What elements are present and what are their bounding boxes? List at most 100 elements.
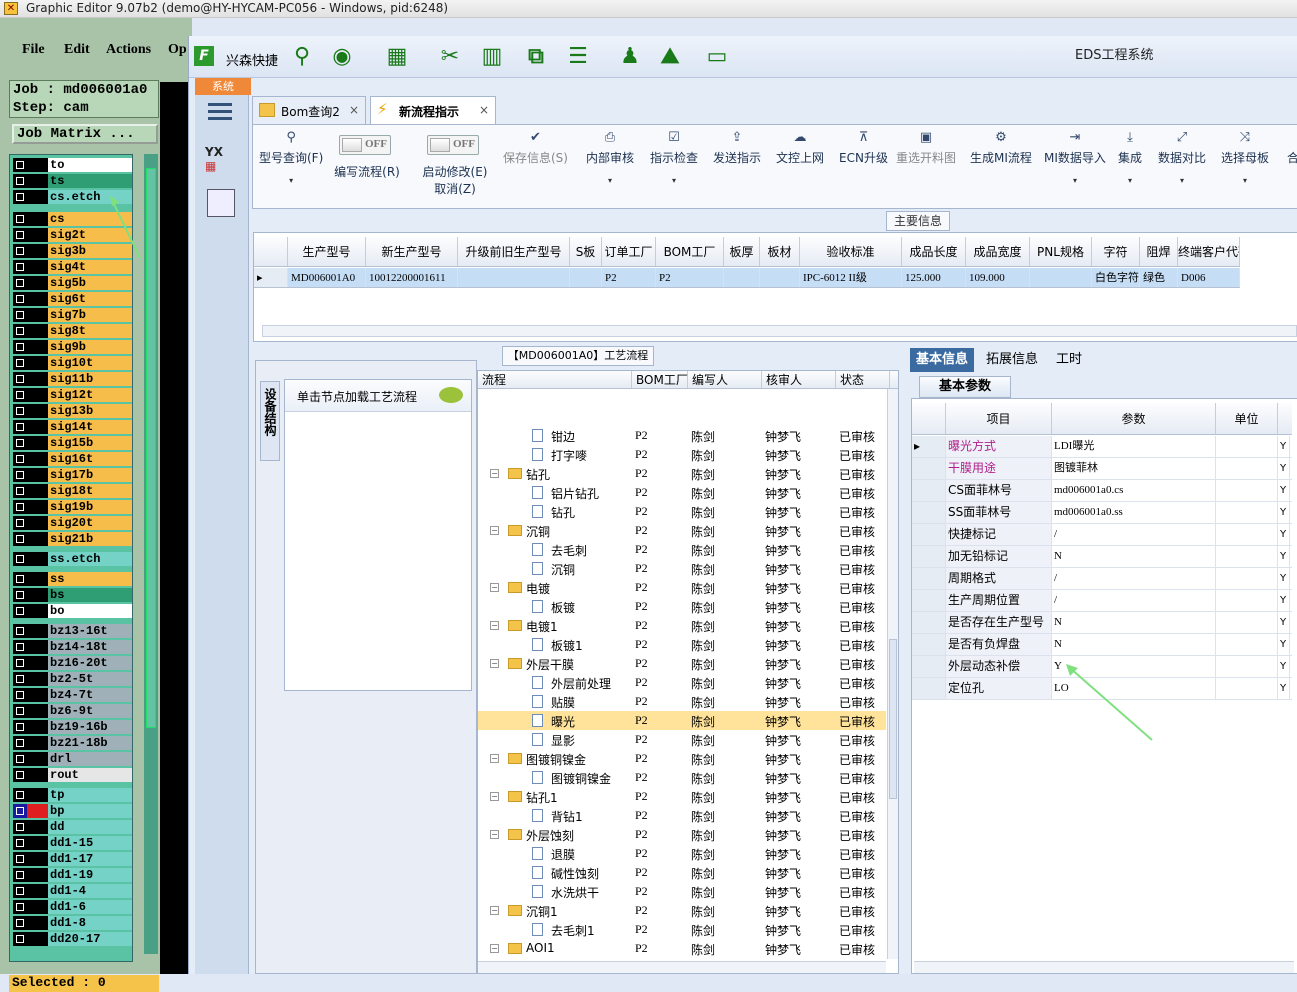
grid-column-header[interactable]: 成品宽度: [966, 237, 1030, 266]
ribbon-button-11[interactable]: ⤢ 数据对比 ▾: [1158, 131, 1206, 186]
layer-row[interactable]: bo: [13, 603, 132, 618]
layer-checkbox[interactable]: [13, 719, 27, 734]
grid-cell[interactable]: 125.000: [902, 268, 966, 287]
flow-column-header[interactable]: 状态: [836, 371, 890, 388]
flow-column-header[interactable]: 流程: [478, 371, 632, 388]
user-icon[interactable]: ♟: [617, 44, 643, 70]
layer-row[interactable]: sig5b: [13, 275, 132, 290]
collapse-icon[interactable]: −: [490, 659, 499, 668]
tab-basic-info[interactable]: 基本信息: [910, 348, 975, 372]
grid-cell[interactable]: [724, 268, 760, 287]
layer-checkbox[interactable]: [13, 173, 27, 188]
grid-column-header[interactable]: 验收标准: [800, 237, 902, 266]
layer-checkbox[interactable]: [13, 435, 27, 450]
ribbon-button-3[interactable]: ☑ 指示检查 ▾: [650, 131, 698, 186]
tab-bom-query[interactable]: Bom查询2 ×: [252, 96, 366, 124]
param-row[interactable]: 是否存在生产型号 N Y: [912, 612, 1292, 634]
flow-tree-row[interactable]: − 钻孔1 P2 陈剑 钟梦飞 已审核: [478, 787, 886, 806]
layer-row[interactable]: bz19-16b: [13, 719, 132, 734]
flow-tree-row[interactable]: 贴膜 P2 陈剑 钟梦飞 已审核: [478, 692, 886, 711]
param-row[interactable]: 加无铅标记 N Y: [912, 546, 1292, 568]
tab-new-flow[interactable]: ⚡ 新流程指示 ×: [370, 96, 496, 124]
param-value[interactable]: N: [1052, 612, 1216, 633]
layer-row[interactable]: sig10t: [13, 355, 132, 370]
scissors-icon[interactable]: ✂: [437, 44, 463, 70]
equipment-tree-box[interactable]: 单击节点加载工艺流程: [284, 379, 472, 691]
flow-column-header[interactable]: 核审人: [762, 371, 836, 388]
flow-tree-vscrollbar[interactable]: [887, 389, 898, 959]
param-value[interactable]: LDI曝光: [1052, 436, 1216, 457]
flow-tree-row[interactable]: − 钻孔 P2 陈剑 钟梦飞 已审核: [478, 464, 886, 483]
ribbon-button-9[interactable]: ⇥ MI数据导入 ▾: [1044, 131, 1106, 186]
layer-checkbox[interactable]: [13, 751, 27, 766]
layer-checkbox[interactable]: [13, 403, 27, 418]
ribbon-button-10[interactable]: ⤓ 集成 ▾: [1118, 131, 1142, 186]
flow-tree-row[interactable]: 水洗烘干 P2 陈剑 钟梦飞 已审核: [478, 882, 886, 901]
layer-checkbox[interactable]: [13, 227, 27, 242]
collapse-icon[interactable]: −: [490, 830, 499, 839]
grid-column-header[interactable]: 新生产型号: [366, 237, 458, 266]
layer-row[interactable]: to: [13, 157, 132, 172]
layer-checkbox[interactable]: [13, 819, 27, 834]
flow-tree-row[interactable]: − 外层干膜 P2 陈剑 钟梦飞 已审核: [478, 654, 886, 673]
flow-tree-row[interactable]: 钻孔 P2 陈剑 钟梦飞 已审核: [478, 502, 886, 521]
toggle-switch[interactable]: OFF: [339, 135, 391, 155]
param-value[interactable]: md006001a0.ss: [1052, 502, 1216, 523]
param-row[interactable]: ▸ 曝光方式 LDI曝光 Y: [912, 436, 1292, 458]
ribbon-button-5[interactable]: ☁ 文控上网: [776, 131, 824, 166]
layer-checkbox[interactable]: [13, 211, 27, 226]
grid-column-header[interactable]: 生产型号: [288, 237, 366, 266]
grid-cell[interactable]: MD006001A0: [288, 268, 366, 287]
chevron-down-icon[interactable]: ▾: [1044, 176, 1106, 185]
layer-checkbox[interactable]: [13, 787, 27, 802]
param-value[interactable]: /: [1052, 568, 1216, 589]
layer-checkbox[interactable]: [13, 899, 27, 914]
layer-row[interactable]: sig14t: [13, 419, 132, 434]
grid-cell[interactable]: [760, 268, 800, 287]
grid-column-header[interactable]: 成品长度: [902, 237, 966, 266]
scrollbar-thumb[interactable]: [889, 639, 897, 799]
ribbon-button-1[interactable]: ✔ 保存信息(S): [503, 131, 568, 166]
layer-row[interactable]: dd1-6: [13, 899, 132, 914]
row-selector[interactable]: [912, 524, 946, 545]
flow-tree-row[interactable]: − 电镀 P2 陈剑 钟梦飞 已审核: [478, 578, 886, 597]
layer-row[interactable]: dd1-8: [13, 915, 132, 930]
layer-checkbox[interactable]: [13, 371, 27, 386]
layer-row[interactable]: bz4-7t: [13, 687, 132, 702]
layer-row[interactable]: cs.etch: [13, 189, 132, 204]
layer-row[interactable]: sig16t: [13, 451, 132, 466]
layer-checkbox[interactable]: [13, 851, 27, 866]
flow-tree-row[interactable]: 背钻1 P2 陈剑 钟梦飞 已审核: [478, 806, 886, 825]
param-row[interactable]: 快捷标记 / Y: [912, 524, 1292, 546]
layer-checkbox[interactable]: [13, 323, 27, 338]
grid-column-header[interactable]: 板厚: [724, 237, 760, 266]
copy-icon[interactable]: ⧉: [523, 44, 549, 70]
chevron-down-icon[interactable]: ▾: [1221, 176, 1269, 185]
grid-cell[interactable]: P2: [602, 268, 656, 287]
layer-row[interactable]: drl: [13, 751, 132, 766]
tab-basic-params[interactable]: 基本参数: [919, 376, 1011, 398]
layer-checkbox[interactable]: [13, 603, 27, 618]
grid-column-header[interactable]: BOM工厂: [656, 237, 724, 266]
row-pointer-icon[interactable]: ▸: [254, 268, 288, 287]
param-value[interactable]: /: [1052, 524, 1216, 545]
flow-tree-row[interactable]: − 图镀铜镍金 P2 陈剑 钟梦飞 已审核: [478, 749, 886, 768]
param-value[interactable]: 图镀菲林: [1052, 458, 1216, 479]
grid-column-header[interactable]: S板: [570, 237, 602, 266]
layer-list-scrollbar[interactable]: [144, 154, 158, 954]
layer-checkbox[interactable]: [13, 639, 27, 654]
grid-column-header[interactable]: PNL规格: [1030, 237, 1092, 266]
layer-checkbox[interactable]: [13, 189, 27, 204]
menu-file[interactable]: File: [22, 42, 45, 58]
collapse-icon[interactable]: −: [490, 792, 499, 801]
layer-row[interactable]: bz16-20t: [13, 655, 132, 670]
grid-cell[interactable]: 109.000: [966, 268, 1030, 287]
grid-cell[interactable]: [570, 268, 602, 287]
param-row[interactable]: CS面菲林号 md006001a0.cs Y: [912, 480, 1292, 502]
layer-checkbox[interactable]: [13, 259, 27, 274]
row-selector[interactable]: [912, 480, 946, 501]
grid-column-header[interactable]: 字符: [1092, 237, 1140, 266]
param-row[interactable]: 外层动态补偿 Y Y: [912, 656, 1292, 678]
flow-tree-hscrollbar[interactable]: [478, 961, 886, 973]
param-row[interactable]: 定位孔 LO Y: [912, 678, 1292, 700]
